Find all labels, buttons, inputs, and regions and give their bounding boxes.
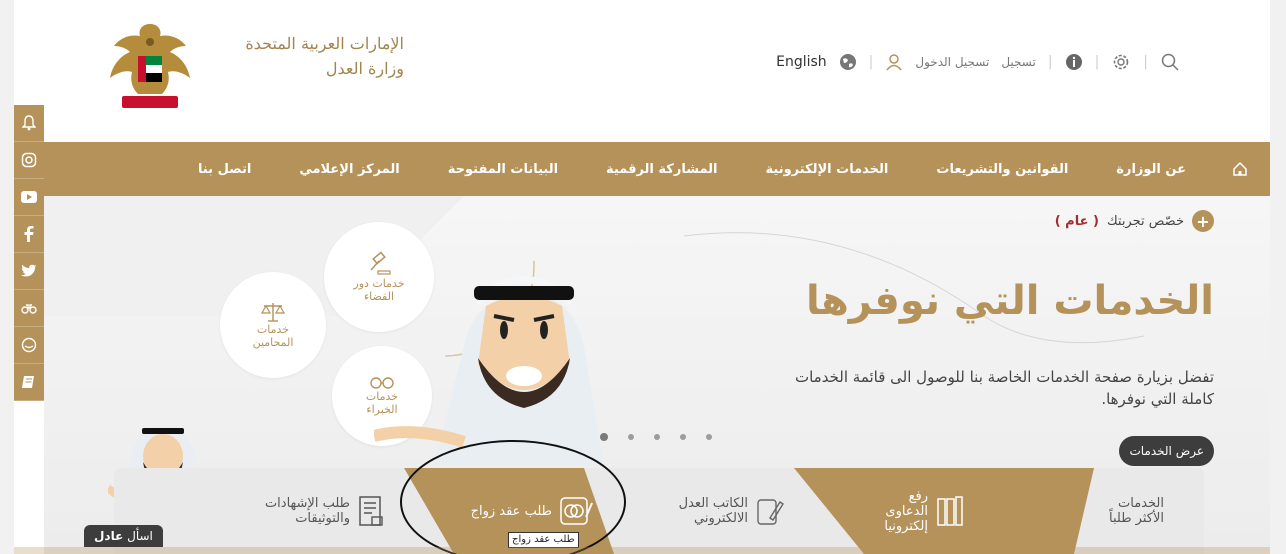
ministry-name-line2: وزارة العدل bbox=[325, 59, 404, 78]
book-icon[interactable] bbox=[14, 364, 44, 401]
bottom-bar bbox=[14, 547, 1270, 554]
separator: | bbox=[868, 54, 874, 70]
personalize-experience[interactable]: + خصّص تجربتك ( عام ) bbox=[1055, 210, 1214, 232]
most-requested-label: الخدمات الأكثر طلباً bbox=[1109, 496, 1164, 526]
plus-icon[interactable]: + bbox=[1192, 210, 1214, 232]
service-notary[interactable]: الكاتب العدل الالكتروني bbox=[674, 468, 784, 554]
carousel-dot[interactable] bbox=[680, 434, 686, 440]
page: الإمارات العربية المتحدة وزارة العدل Eng… bbox=[14, 0, 1270, 554]
service-lawsuits[interactable]: رفع الدعاوى إلكترونيا bbox=[862, 468, 964, 554]
personalize-value[interactable]: ( عام ) bbox=[1055, 214, 1099, 229]
lawyers-services-circle[interactable]: خدمات المحامين bbox=[220, 272, 326, 378]
instagram-icon[interactable] bbox=[14, 142, 44, 179]
ministry-name: الإمارات العربية المتحدة وزارة العدل bbox=[204, 34, 404, 78]
lawyers-services-label: خدمات المحامين bbox=[252, 323, 294, 349]
ministry-name-line1: الإمارات العربية المتحدة bbox=[245, 34, 404, 53]
register-link[interactable]: تسجيل bbox=[1001, 55, 1036, 69]
uae-emblem-logo[interactable] bbox=[100, 16, 200, 114]
search-icon[interactable] bbox=[1160, 52, 1180, 72]
separator: | bbox=[1094, 54, 1100, 70]
tooltip: طلب عقد زواج bbox=[508, 532, 579, 548]
service-certificates[interactable]: طلب الإشهادات والتوثيقات bbox=[262, 468, 384, 554]
document-icon bbox=[359, 496, 383, 526]
chat-icon[interactable] bbox=[14, 327, 44, 364]
carousel-dot[interactable] bbox=[628, 434, 634, 440]
gear-icon[interactable] bbox=[1111, 52, 1131, 72]
service-certificates-label: طلب الإشهادات والتوثيقات bbox=[264, 496, 350, 526]
hero-title: الخدمات التي نوفرها bbox=[806, 278, 1214, 324]
user-icon[interactable] bbox=[885, 53, 903, 71]
services-strip: الخدمات الأكثر طلباً رفع الدعاوى إلكترون… bbox=[114, 468, 1204, 554]
top-links: English | تسجيل الدخول تسجيل | | | bbox=[776, 48, 1180, 76]
binders-icon bbox=[937, 496, 963, 526]
facebook-icon[interactable] bbox=[14, 216, 44, 253]
nav-item-laws[interactable]: القوانين والتشريعات bbox=[912, 162, 1092, 177]
globe-icon[interactable] bbox=[839, 53, 857, 71]
ask-prefix: اسأل bbox=[127, 529, 153, 543]
ask-name: عادل bbox=[94, 529, 124, 543]
hero-description: تفضل بزيارة صفحة الخدمات الخاصة بنا للوص… bbox=[794, 368, 1214, 408]
separator: | bbox=[1047, 54, 1053, 70]
home-icon[interactable] bbox=[1210, 161, 1270, 177]
notepad-icon bbox=[757, 499, 784, 525]
binoculars-icon[interactable] bbox=[14, 290, 44, 327]
carousel-dot[interactable] bbox=[706, 434, 712, 440]
nav-item-about[interactable]: عن الوزارة bbox=[1092, 162, 1210, 177]
scales-icon bbox=[261, 303, 285, 322]
english-link[interactable]: English bbox=[776, 54, 827, 70]
nav-item-open-data[interactable]: البيانات المفتوحة bbox=[424, 162, 582, 177]
nav-item-eservices[interactable]: الخدمات الإلكترونية bbox=[742, 162, 913, 177]
social-sidebar bbox=[14, 105, 44, 401]
header: الإمارات العربية المتحدة وزارة العدل Eng… bbox=[14, 0, 1270, 142]
ask-adel-chat-button[interactable]: اسأل عادل bbox=[84, 525, 163, 547]
bell-icon[interactable] bbox=[14, 105, 44, 142]
youtube-icon[interactable] bbox=[14, 179, 44, 216]
twitter-icon[interactable] bbox=[14, 253, 44, 290]
mascot-illustration bbox=[374, 276, 604, 466]
carousel-dot[interactable] bbox=[654, 434, 660, 440]
hero-section: خدمات دور القضاء خدمات المحامين خدمات ال… bbox=[44, 196, 1270, 554]
carousel-dot[interactable] bbox=[600, 433, 608, 441]
separator: | bbox=[1143, 54, 1148, 70]
personalize-label: خصّص تجربتك bbox=[1106, 213, 1184, 229]
login-link[interactable]: تسجيل الدخول bbox=[915, 55, 989, 69]
most-requested-services[interactable]: الخدمات الأكثر طلباً bbox=[1094, 468, 1164, 554]
info-icon[interactable] bbox=[1065, 53, 1083, 71]
service-lawsuits-label: رفع الدعاوى إلكترونيا bbox=[884, 488, 928, 534]
view-services-button[interactable]: عرض الخدمات bbox=[1119, 436, 1214, 466]
nav-item-media-center[interactable]: المركز الإعلامي bbox=[275, 162, 423, 177]
carousel-dots bbox=[600, 433, 712, 441]
nav-item-contact[interactable]: اتصل بنا bbox=[174, 162, 275, 177]
nav-item-digital-participation[interactable]: المشاركة الرقمية bbox=[582, 162, 741, 177]
service-notary-label: الكاتب العدل الالكتروني bbox=[678, 496, 748, 526]
main-nav: عن الوزارة القوانين والتشريعات الخدمات ا… bbox=[44, 142, 1270, 196]
